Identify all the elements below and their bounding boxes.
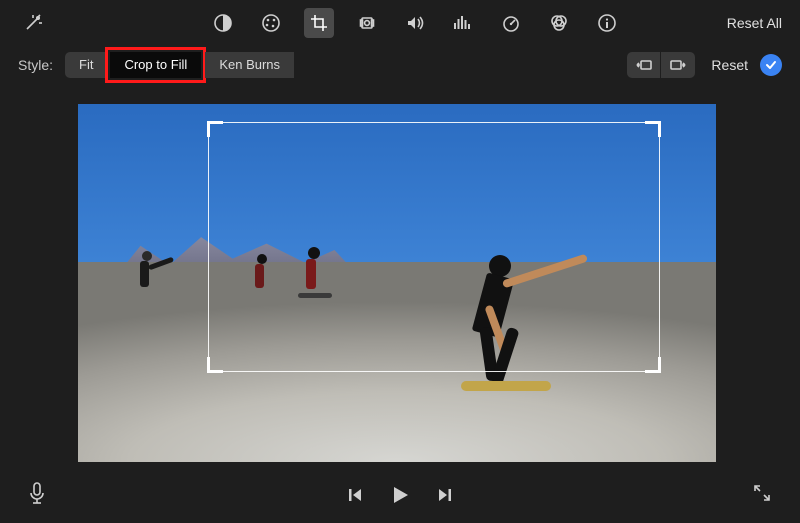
crop-rectangle[interactable]: [208, 122, 660, 372]
crop-style-row: Style: Fit Crop to Fill Ken Burns Reset: [0, 46, 800, 84]
color-filter-icon[interactable]: [544, 8, 574, 38]
style-option-fit[interactable]: Fit: [65, 52, 108, 78]
style-option-ken-burns[interactable]: Ken Burns: [205, 52, 295, 78]
inspector-toolbar: Reset All: [0, 0, 800, 46]
style-option-crop-to-fill[interactable]: Crop to Fill: [110, 52, 201, 78]
previous-frame-icon[interactable]: [347, 487, 363, 503]
tutorial-highlight: Crop to Fill: [105, 47, 206, 83]
video-preview[interactable]: [78, 104, 716, 462]
reset-all-button[interactable]: Reset All: [727, 15, 782, 31]
crop-icon[interactable]: [304, 8, 334, 38]
microphone-icon[interactable]: [28, 481, 46, 510]
stabilize-icon[interactable]: [352, 8, 382, 38]
crop-handle-tl[interactable]: [207, 121, 223, 137]
crop-handle-tr[interactable]: [645, 121, 661, 137]
fullscreen-icon[interactable]: [752, 483, 772, 508]
info-icon[interactable]: [592, 8, 622, 38]
next-frame-icon[interactable]: [437, 487, 453, 503]
crop-handle-bl[interactable]: [207, 357, 223, 373]
color-balance-icon[interactable]: [208, 8, 238, 38]
style-label: Style:: [18, 57, 53, 73]
reset-button[interactable]: Reset: [711, 57, 748, 73]
rotate-cw-icon[interactable]: [661, 52, 695, 78]
volume-icon[interactable]: [400, 8, 430, 38]
speed-icon[interactable]: [496, 8, 526, 38]
color-palette-icon[interactable]: [256, 8, 286, 38]
crop-handle-br[interactable]: [645, 357, 661, 373]
apply-check-icon[interactable]: [760, 54, 782, 76]
wand-icon[interactable]: [18, 8, 48, 38]
rotate-ccw-icon[interactable]: [627, 52, 661, 78]
play-icon[interactable]: [389, 484, 411, 506]
transport-bar: [0, 467, 800, 523]
equalizer-icon[interactable]: [448, 8, 478, 38]
